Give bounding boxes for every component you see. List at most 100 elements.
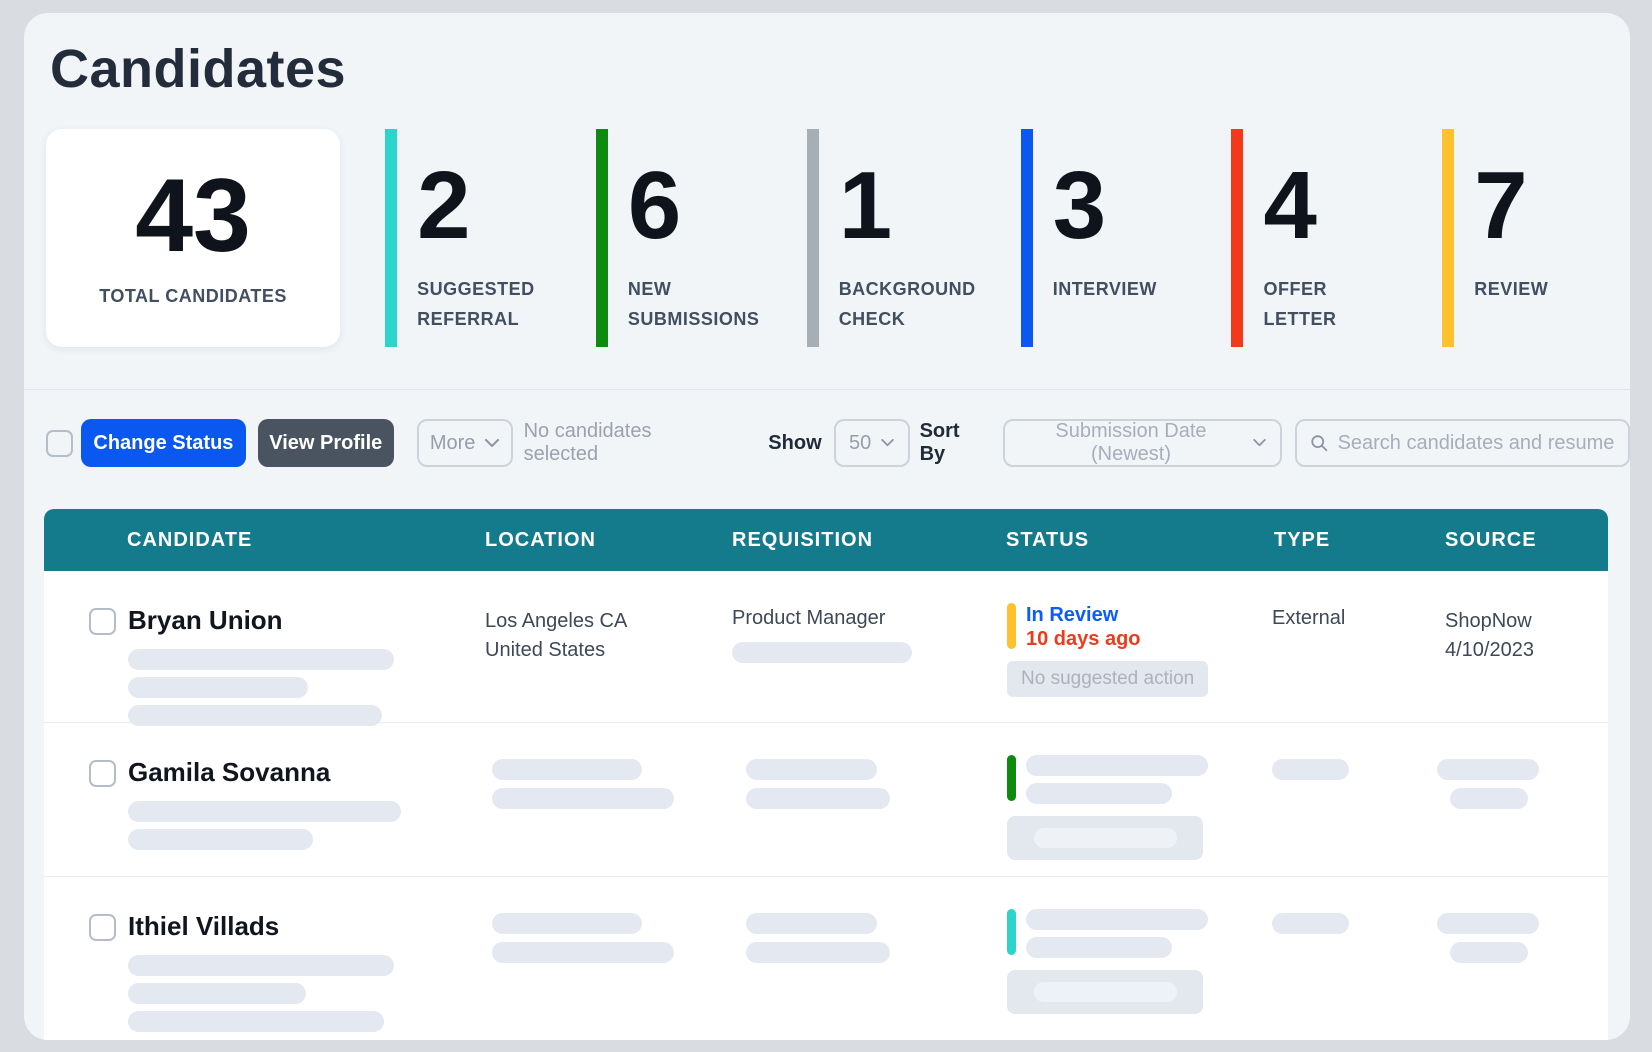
skeleton-bar [1272,759,1349,780]
skeleton-bar [492,788,674,809]
stat-background-check[interactable]: 1 BACKGROUND CHECK [807,129,976,347]
skeleton-bar [746,759,877,780]
stat-label: SUGGESTED REFERRAL [417,274,551,334]
skeleton-bar [1437,913,1539,934]
candidate-name[interactable]: Bryan Union [128,605,394,635]
skeleton-bar [128,829,313,850]
skeleton-bar [746,788,890,809]
stat-label: NEW SUBMISSIONS [628,274,762,334]
suggested-action-skeleton [1007,970,1203,1014]
suggested-action-pill: No suggested action [1007,661,1208,697]
row-checkbox[interactable] [89,760,116,787]
view-profile-button[interactable]: View Profile [258,419,394,467]
candidate-location-country: United States [485,636,732,665]
stat-label: REVIEW [1474,274,1608,304]
sort-select[interactable]: Submission Date (Newest) [1003,419,1283,467]
candidate-name[interactable]: Ithiel Villads [128,911,394,941]
table-header: CANDIDATE LOCATION REQUISITION STATUS TY… [44,509,1608,571]
skeleton-bar [492,942,674,963]
stat-new-submissions[interactable]: 6 NEW SUBMISSIONS [596,129,762,347]
skeleton-bar [746,942,890,963]
stat-card-total-candidates[interactable]: 43 TOTAL CANDIDATES [46,129,340,347]
skeleton-bar [746,913,877,934]
sort-select-value: Submission Date (Newest) [1019,420,1244,466]
row-checkbox[interactable] [89,914,116,941]
skeleton-bar [128,649,394,670]
status-color-bar [1007,603,1016,649]
skeleton-bar [1026,755,1208,776]
stat-suggested-referral[interactable]: 2 SUGGESTED REFERRAL [385,129,551,347]
skeleton-bar [1026,909,1208,930]
table-row: Bryan Union Los Angeles CA United States… [44,571,1608,723]
stat-value: 6 [628,158,762,254]
skeleton-bar [128,955,394,976]
table-row: Ithiel Villads [44,877,1608,1040]
select-all-checkbox[interactable] [46,430,73,457]
stat-offer-letter[interactable]: 4 OFFER LETTER [1231,129,1397,347]
skeleton-bar [1026,937,1172,958]
stat-label: INTERVIEW [1053,274,1187,304]
candidates-table: CANDIDATE LOCATION REQUISITION STATUS TY… [44,509,1608,1040]
skeleton-bar [1450,788,1528,809]
column-header-status: STATUS [1006,529,1272,552]
stats-row: 43 TOTAL CANDIDATES 2 SUGGESTED REFERRAL… [46,129,1608,347]
skeleton-bar [1437,759,1539,780]
page-title: Candidates [50,38,1608,100]
column-header-source: SOURCE [1437,529,1604,552]
stat-interview[interactable]: 3 INTERVIEW [1021,129,1187,347]
skeleton-bar [128,1011,384,1032]
search-box[interactable] [1295,419,1630,467]
status-age: 10 days ago [1026,627,1141,651]
suggested-action-skeleton [1007,816,1203,860]
stat-value: 2 [417,158,551,254]
candidate-type: External [1272,607,1437,630]
candidate-location-city: Los Angeles CA [485,607,732,636]
search-icon [1310,433,1328,453]
candidate-source-date: 4/10/2023 [1445,636,1604,665]
more-button[interactable]: More [417,419,513,467]
status-label: In Review [1026,603,1141,627]
stat-value: 7 [1474,158,1608,254]
stat-review[interactable]: 7 REVIEW [1442,129,1608,347]
row-checkbox[interactable] [89,608,116,635]
skeleton-bar [492,913,642,934]
show-count-select[interactable]: 50 [834,419,910,467]
skeleton-bar [128,801,401,822]
candidate-name[interactable]: Gamila Sovanna [128,757,401,787]
status-color-bar [1007,909,1016,955]
stat-label: OFFER LETTER [1263,274,1397,334]
candidates-page: Candidates 43 TOTAL CANDIDATES 2 SUGGEST… [0,0,1652,1052]
column-header-requisition: REQUISITION [732,529,1006,552]
skeleton-bar [1272,913,1349,934]
more-button-label: More [430,432,476,455]
stat-value: 43 [135,164,251,268]
skeleton-bar [128,677,308,698]
chevron-down-icon [881,439,894,447]
chevron-down-icon [1253,439,1266,447]
candidate-source: ShopNow [1445,607,1604,636]
main-panel: Candidates 43 TOTAL CANDIDATES 2 SUGGEST… [24,13,1630,1040]
change-status-button[interactable]: Change Status [81,419,246,467]
column-header-location: LOCATION [485,529,732,552]
skeleton-bar [128,983,306,1004]
candidate-requisition: Product Manager [732,607,1006,630]
selection-status: No candidates selected [524,420,732,466]
toolbar: Change Status View Profile More No candi… [24,419,1630,467]
stat-value: 1 [839,158,976,254]
status-color-bar [1007,755,1016,801]
stat-value: 4 [1263,158,1397,254]
column-header-type: TYPE [1272,529,1437,552]
show-count-value: 50 [849,432,871,455]
skeleton-bar [732,642,912,663]
show-label: Show [768,432,821,455]
skeleton-bar [1026,783,1172,804]
search-input[interactable] [1338,432,1615,455]
sort-by-label: Sort By [920,420,991,466]
skeleton-bar [1450,942,1528,963]
stat-label: BACKGROUND CHECK [839,274,976,334]
stat-value: 3 [1053,158,1187,254]
header-section: Candidates 43 TOTAL CANDIDATES 2 SUGGEST… [24,38,1630,347]
chevron-down-icon [485,439,499,448]
section-divider [24,389,1630,390]
column-header-candidate: CANDIDATE [44,529,485,552]
